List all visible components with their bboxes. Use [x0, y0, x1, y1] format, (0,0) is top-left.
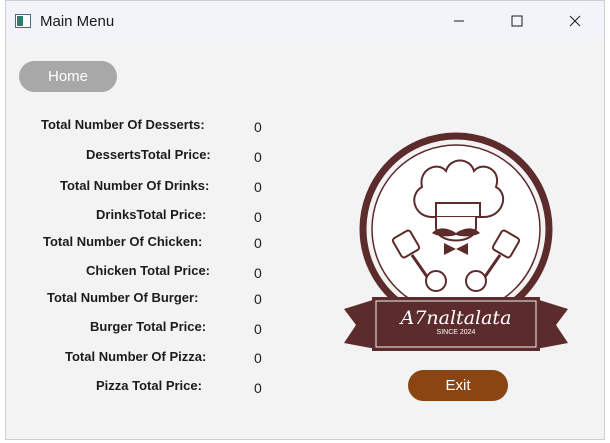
minimize-button[interactable] [436, 1, 482, 41]
stat-value-burger-price: 0 [254, 321, 262, 337]
stat-label-drinks-price: DrinksTotal Price: [96, 207, 207, 222]
main-menu-window: Main Menu Home Total Number Of Desserts:… [5, 0, 605, 440]
exit-button[interactable]: Exit [408, 370, 508, 401]
stat-label-desserts-price: DessertsTotal Price: [86, 147, 211, 162]
stat-value-burger-count: 0 [254, 291, 262, 307]
logo-since-text: SINCE 2024 [436, 329, 476, 336]
stat-label-desserts-count: Total Number Of Desserts: [41, 117, 205, 132]
stat-value-pizza-price: 0 [254, 380, 262, 396]
stat-label-burger-count: Total Number Of Burger: [47, 290, 199, 305]
stat-label-pizza-count: Total Number Of Pizza: [65, 349, 207, 364]
stat-value-desserts-count: 0 [254, 119, 262, 135]
maximize-icon [511, 15, 523, 27]
stat-value-pizza-count: 0 [254, 350, 262, 366]
logo-brand-name: A7naltalata [400, 307, 512, 329]
stat-value-chicken-count: 0 [254, 235, 262, 251]
minimize-icon [454, 20, 464, 22]
maximize-button[interactable] [494, 1, 540, 41]
app-icon [15, 14, 31, 28]
stat-label-drinks-count: Total Number Of Drinks: [60, 178, 210, 193]
stat-label-chicken-count: Total Number Of Chicken: [43, 234, 203, 249]
stat-value-drinks-count: 0 [254, 179, 262, 195]
stat-value-chicken-price: 0 [254, 265, 262, 281]
stat-value-drinks-price: 0 [254, 209, 262, 225]
title-bar: Main Menu [6, 1, 604, 41]
stat-label-pizza-price: Pizza Total Price: [96, 378, 202, 393]
stat-value-desserts-price: 0 [254, 149, 262, 165]
close-button[interactable] [552, 1, 598, 41]
home-button[interactable]: Home [19, 61, 117, 92]
stat-label-burger-price: Burger Total Price: [90, 319, 207, 334]
stat-label-chicken-price: Chicken Total Price: [86, 263, 211, 278]
window-title: Main Menu [40, 13, 115, 30]
close-icon [569, 15, 581, 27]
